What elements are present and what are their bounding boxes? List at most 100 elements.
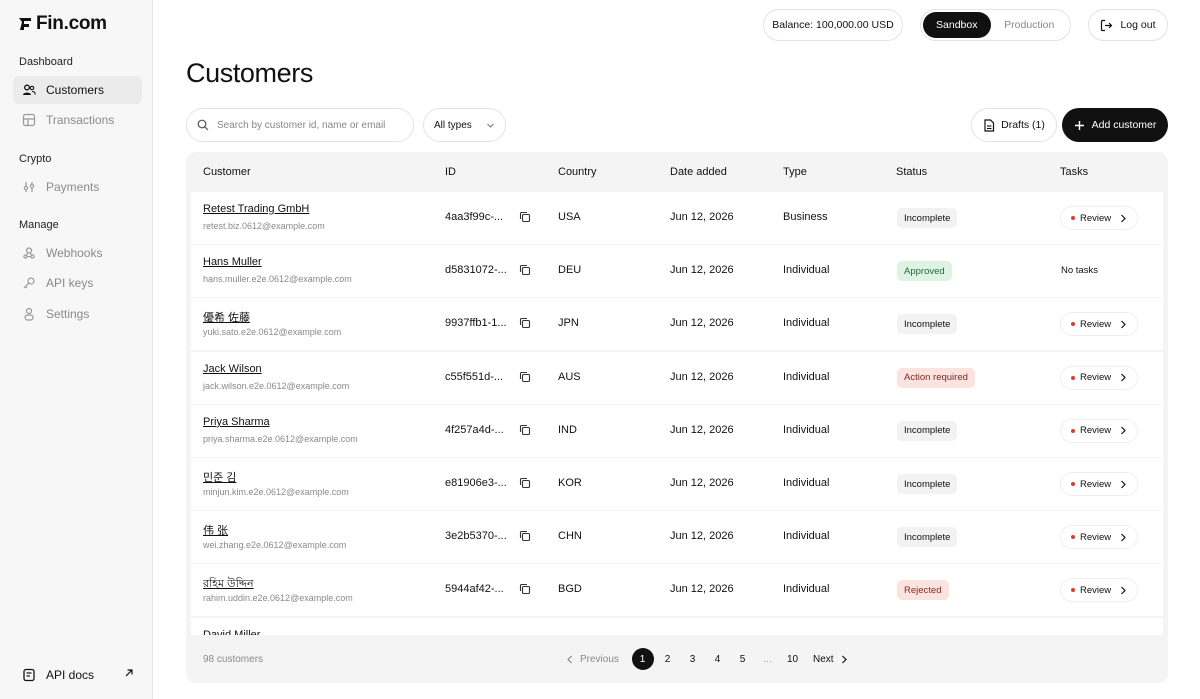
next-label: Next bbox=[813, 653, 834, 665]
customer-name-link[interactable]: 優希 佐藤 bbox=[203, 309, 250, 325]
sidebar-item-settings[interactable]: Settings bbox=[13, 300, 142, 328]
review-task-button[interactable]: Review bbox=[1060, 418, 1138, 443]
page-ellipsis: ... bbox=[763, 653, 772, 665]
page-button-5[interactable]: 5 bbox=[730, 648, 755, 670]
customer-email: rahim.uddin.e2e.0612@example.com bbox=[203, 593, 353, 604]
type-filter-select[interactable]: All types bbox=[423, 108, 506, 142]
column-header-status: Status bbox=[896, 166, 928, 178]
table-row[interactable]: Priya Sharma priya.sharma.e2e.0612@exampl… bbox=[191, 404, 1163, 457]
customer-id: 3e2b5370-... bbox=[445, 530, 507, 543]
copy-icon[interactable] bbox=[519, 371, 531, 383]
customer-name-link[interactable]: 伟 张 bbox=[203, 522, 228, 538]
logout-label: Log out bbox=[1120, 19, 1156, 31]
table-row[interactable]: Jack Wilson jack.wilson.e2e.0612@example.… bbox=[191, 351, 1163, 404]
table-row[interactable]: 伟 张 wei.zhang.e2e.0612@example.com 3e2b537… bbox=[191, 511, 1163, 564]
copy-icon[interactable] bbox=[519, 264, 531, 276]
customer-country: JPN bbox=[558, 317, 579, 330]
review-label: Review bbox=[1080, 584, 1112, 596]
review-task-button[interactable]: Review bbox=[1060, 578, 1138, 603]
table-row[interactable]: রহিম উদ্দিন rahim.uddin.e2e.0612@example.… bbox=[191, 564, 1163, 617]
table-row[interactable]: 優希 佐藤 yuki.sato.e2e.0612@example.com 9937f… bbox=[191, 298, 1163, 351]
previous-page-button[interactable]: Previous bbox=[566, 654, 630, 665]
customer-date-added: Jun 12, 2026 bbox=[670, 317, 734, 330]
fin-logo-icon bbox=[19, 18, 31, 30]
page-button-4[interactable]: 4 bbox=[705, 648, 730, 670]
customer-name-link[interactable]: Priya Sharma bbox=[203, 416, 270, 428]
search-input[interactable] bbox=[217, 119, 397, 131]
logout-button[interactable]: Log out bbox=[1088, 9, 1168, 41]
copy-icon[interactable] bbox=[519, 211, 531, 223]
drafts-button[interactable]: Drafts (1) bbox=[971, 108, 1057, 142]
status-badge: Incomplete bbox=[897, 208, 958, 228]
search-box[interactable] bbox=[186, 108, 414, 142]
review-task-button[interactable]: Review bbox=[1060, 525, 1138, 550]
customer-email: minjun.kim.e2e.0612@example.com bbox=[203, 487, 349, 497]
type-filter-value: All types bbox=[434, 119, 472, 131]
review-task-button[interactable]: Review bbox=[1060, 206, 1138, 230]
alert-dot-icon bbox=[1071, 322, 1075, 327]
review-label: Review bbox=[1080, 425, 1112, 437]
review-label: Review bbox=[1080, 531, 1112, 543]
sidebar-item-webhooks[interactable]: Webhooks bbox=[13, 239, 142, 267]
review-label: Review bbox=[1080, 212, 1112, 224]
payments-icon bbox=[23, 182, 35, 192]
copy-icon[interactable] bbox=[519, 424, 531, 436]
add-customer-button[interactable]: Add customer bbox=[1062, 108, 1168, 142]
review-task-button[interactable]: Review bbox=[1060, 365, 1138, 390]
customer-country: AUS bbox=[558, 370, 581, 383]
customer-date-added: Jun 12, 2026 bbox=[670, 530, 734, 543]
customer-name-link[interactable]: Jack Wilson bbox=[203, 363, 262, 375]
review-task-button[interactable]: Review bbox=[1060, 312, 1138, 337]
balance-display: Balance: 100,000.00 USD bbox=[763, 9, 903, 41]
person-icon bbox=[24, 307, 34, 321]
pagination: Previous 1 2 3 4 5 ... 10 Next bbox=[566, 648, 848, 670]
copy-icon[interactable] bbox=[519, 477, 531, 489]
customer-name-link[interactable]: রহিম উদ্দিন bbox=[203, 575, 254, 594]
customer-email: priya.sharma.e2e.0612@example.com bbox=[203, 433, 358, 444]
customer-date-added: Jun 12, 2026 bbox=[670, 264, 734, 277]
customer-country: KOR bbox=[558, 477, 582, 489]
chevron-right-icon bbox=[1121, 533, 1127, 542]
alert-dot-icon bbox=[1071, 216, 1075, 220]
customer-country: USA bbox=[558, 211, 581, 223]
sidebar-item-transactions[interactable]: Transactions bbox=[13, 106, 142, 134]
next-page-button[interactable]: Next bbox=[813, 654, 848, 665]
page-button-10[interactable]: 10 bbox=[780, 648, 805, 670]
review-task-button[interactable]: Review bbox=[1060, 472, 1138, 496]
customer-name-link[interactable]: 민준 김 bbox=[203, 469, 236, 485]
customer-id: 4aa3f99c-... bbox=[445, 211, 504, 223]
customer-email: yuki.sato.e2e.0612@example.com bbox=[203, 327, 342, 338]
page-button-3[interactable]: 3 bbox=[680, 648, 705, 670]
api-docs-link[interactable]: API docs bbox=[13, 662, 142, 688]
customer-id: e81906e3-... bbox=[445, 477, 507, 489]
customer-name-link[interactable]: Hans Muller bbox=[203, 256, 262, 268]
sidebar-section-manage: Manage bbox=[19, 219, 59, 231]
customer-email: hans.muller.e2e.0612@example.com bbox=[203, 274, 352, 285]
copy-icon[interactable] bbox=[519, 583, 531, 595]
table-row[interactable]: Retest Trading GmbH retest.biz.0612@examp… bbox=[191, 192, 1163, 244]
key-icon bbox=[23, 277, 35, 289]
customer-id: d5831072-... bbox=[445, 264, 507, 277]
table-body: Retest Trading GmbH retest.biz.0612@examp… bbox=[191, 192, 1165, 635]
balance-text: Balance: 100,000.00 USD bbox=[772, 19, 894, 31]
status-badge: Incomplete bbox=[897, 527, 958, 548]
page-button-1[interactable]: 1 bbox=[631, 648, 654, 670]
sidebar-item-label: API keys bbox=[46, 276, 94, 290]
copy-icon[interactable] bbox=[519, 317, 531, 329]
environment-toggle: Sandbox Production bbox=[920, 9, 1071, 41]
sidebar-item-api-keys[interactable]: API keys bbox=[13, 269, 142, 297]
customer-name-link[interactable]: Retest Trading GmbH bbox=[203, 203, 309, 215]
table-row[interactable]: Hans Muller hans.muller.e2e.0612@example.… bbox=[191, 245, 1163, 298]
review-label: Review bbox=[1080, 372, 1112, 384]
brand-logo[interactable]: Fin.com bbox=[18, 13, 107, 35]
env-production-option[interactable]: Production bbox=[991, 12, 1068, 38]
copy-icon[interactable] bbox=[519, 530, 531, 542]
status-badge: Rejected bbox=[897, 580, 949, 601]
env-sandbox-option[interactable]: Sandbox bbox=[923, 12, 991, 38]
sidebar-item-customers[interactable]: Customers bbox=[13, 76, 142, 104]
table-row[interactable]: David Miller bbox=[191, 617, 1163, 635]
page-button-2[interactable]: 2 bbox=[655, 648, 680, 670]
table-row[interactable]: 민준 김 minjun.kim.e2e.0612@example.com e8190… bbox=[191, 458, 1163, 510]
sidebar-item-payments[interactable]: Payments bbox=[13, 173, 142, 201]
brand-name: Fin.com bbox=[36, 13, 107, 34]
